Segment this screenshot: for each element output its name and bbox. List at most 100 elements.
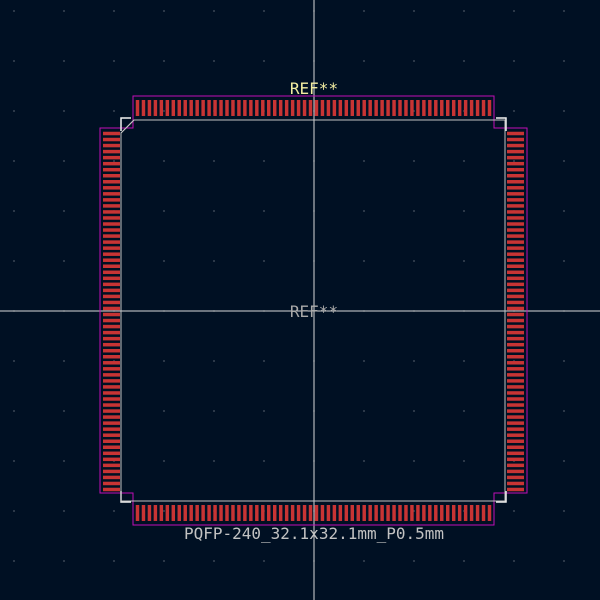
pad-top[interactable] — [308, 100, 313, 116]
pad-bottom[interactable] — [326, 505, 331, 521]
pad-right[interactable] — [507, 131, 524, 136]
pad-bottom[interactable] — [278, 505, 283, 521]
pad-top[interactable] — [326, 100, 331, 116]
pad-bottom[interactable] — [434, 505, 438, 521]
pad-right[interactable] — [507, 246, 524, 250]
pad-top[interactable] — [141, 100, 146, 116]
pad-left[interactable] — [103, 288, 120, 293]
pad-right[interactable] — [507, 481, 524, 486]
pad-top[interactable] — [434, 100, 438, 116]
pad-top[interactable] — [201, 100, 205, 116]
pad-left[interactable] — [103, 167, 120, 172]
pad-bottom[interactable] — [338, 505, 343, 521]
pad-top[interactable] — [487, 100, 492, 116]
pad-left[interactable] — [103, 131, 120, 136]
pad-left[interactable] — [103, 330, 120, 335]
pad-bottom[interactable] — [416, 505, 420, 521]
pad-left[interactable] — [103, 355, 120, 359]
pad-bottom[interactable] — [487, 505, 492, 521]
pad-bottom[interactable] — [284, 505, 289, 521]
pad-top[interactable] — [398, 100, 402, 116]
pad-bottom[interactable] — [332, 505, 337, 521]
pad-bottom[interactable] — [392, 505, 396, 521]
pad-right[interactable] — [507, 306, 524, 311]
pad-bottom[interactable] — [195, 505, 199, 521]
pad-left[interactable] — [103, 149, 120, 154]
pad-left[interactable] — [103, 367, 120, 371]
pad-right[interactable] — [507, 373, 524, 377]
pad-right[interactable] — [507, 167, 524, 172]
pad-left[interactable] — [103, 433, 120, 437]
pad-right[interactable] — [507, 222, 524, 226]
pad-bottom[interactable] — [344, 505, 349, 521]
pad-bottom[interactable] — [320, 505, 325, 521]
pad-top[interactable] — [350, 100, 355, 116]
pad-top[interactable] — [177, 100, 181, 116]
pad-right[interactable] — [507, 318, 524, 323]
pad-top[interactable] — [356, 100, 360, 116]
pad-left[interactable] — [103, 487, 120, 492]
pad-bottom[interactable] — [356, 505, 360, 521]
pad-top[interactable] — [416, 100, 420, 116]
pad-bottom[interactable] — [302, 505, 307, 521]
pad-top[interactable] — [249, 100, 253, 116]
pad-left[interactable] — [103, 415, 120, 419]
pad-top[interactable] — [296, 100, 301, 116]
pad-right[interactable] — [507, 264, 524, 269]
pad-left[interactable] — [103, 228, 120, 232]
pad-bottom[interactable] — [189, 505, 193, 521]
pad-left[interactable] — [103, 397, 120, 401]
pad-left[interactable] — [103, 252, 120, 256]
pad-left[interactable] — [103, 186, 120, 190]
pad-bottom[interactable] — [410, 505, 414, 521]
pad-right[interactable] — [507, 427, 524, 431]
pad-right[interactable] — [507, 270, 524, 275]
pad-right[interactable] — [507, 180, 524, 184]
pad-top[interactable] — [475, 100, 480, 116]
pad-bottom[interactable] — [201, 505, 205, 521]
pad-right[interactable] — [507, 186, 524, 190]
pad-left[interactable] — [103, 246, 120, 250]
pad-top[interactable] — [338, 100, 343, 116]
pad-right[interactable] — [507, 439, 524, 443]
pad-bottom[interactable] — [386, 505, 390, 521]
pad-right[interactable] — [507, 330, 524, 335]
pad-bottom[interactable] — [153, 505, 158, 521]
pad-bottom[interactable] — [308, 505, 313, 521]
pad-top[interactable] — [278, 100, 283, 116]
pad-bottom[interactable] — [135, 505, 140, 521]
pad-bottom[interactable] — [159, 505, 164, 521]
pad-right[interactable] — [507, 403, 524, 407]
pad-bottom[interactable] — [481, 505, 486, 521]
pad-right[interactable] — [507, 391, 524, 395]
pad-right[interactable] — [507, 149, 524, 154]
pad-top[interactable] — [481, 100, 486, 116]
pad-bottom[interactable] — [177, 505, 181, 521]
pad-top[interactable] — [392, 100, 396, 116]
pad-left[interactable] — [103, 161, 120, 166]
pad-top[interactable] — [237, 100, 241, 116]
pad-bottom[interactable] — [171, 505, 176, 521]
pad-top[interactable] — [410, 100, 414, 116]
pad-top[interactable] — [428, 100, 432, 116]
pad-top[interactable] — [302, 100, 307, 116]
pad-left[interactable] — [103, 300, 120, 305]
pad-right[interactable] — [507, 463, 524, 468]
pad-top[interactable] — [380, 100, 384, 116]
pad-right[interactable] — [507, 288, 524, 293]
pad-bottom[interactable] — [272, 505, 277, 521]
pad-bottom[interactable] — [165, 505, 170, 521]
pad-right[interactable] — [507, 312, 524, 317]
pad-top[interactable] — [463, 100, 468, 116]
pad-right[interactable] — [507, 210, 524, 214]
pad-left[interactable] — [103, 439, 120, 443]
pad-top[interactable] — [153, 100, 158, 116]
pad-left[interactable] — [103, 475, 120, 480]
pad-left[interactable] — [103, 445, 120, 450]
pad-top[interactable] — [267, 100, 271, 116]
pad-right[interactable] — [507, 216, 524, 220]
pad-top[interactable] — [457, 100, 462, 116]
pad-left[interactable] — [103, 361, 120, 365]
pad-right[interactable] — [507, 240, 524, 244]
pad-bottom[interactable] — [255, 505, 259, 521]
